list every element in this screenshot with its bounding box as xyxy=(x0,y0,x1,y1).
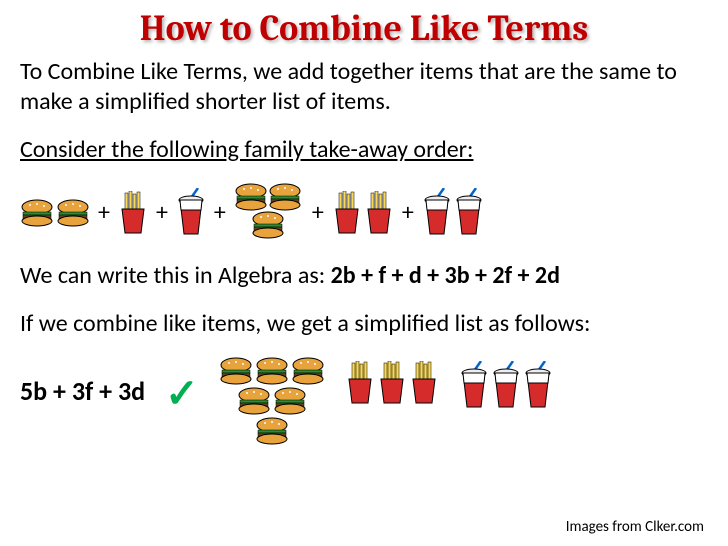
fries-icon xyxy=(118,191,148,235)
burger-icon xyxy=(255,417,289,445)
burger-icon xyxy=(20,199,54,227)
burger-icon xyxy=(56,199,90,227)
drink-icon xyxy=(459,361,489,411)
burger-icon xyxy=(234,183,268,211)
result-expression: 5b + 3f + 3d xyxy=(20,357,145,408)
fries-icon xyxy=(409,361,439,405)
burger-icon xyxy=(219,357,253,385)
drinks-stack-3 xyxy=(459,357,553,411)
drink-icon xyxy=(454,188,484,238)
burger-icon xyxy=(251,211,285,239)
burger-group-2 xyxy=(20,199,90,227)
burger-icon xyxy=(237,387,271,415)
burger-icon xyxy=(255,357,289,385)
plus-sign: + xyxy=(94,198,114,228)
burger-icon xyxy=(291,357,325,385)
drink-group-2 xyxy=(422,188,484,238)
algebra-line: We can write this in Algebra as: 2b + f … xyxy=(20,261,708,291)
algebra-expression: 2b + f + d + 3b + 2f + 2d xyxy=(331,261,560,290)
food-equation-row: + + + + + xyxy=(20,183,708,243)
image-credit: Images from Clker.com xyxy=(566,518,704,536)
drink-icon xyxy=(176,188,206,238)
drink-group-1 xyxy=(176,188,206,238)
slide-title: How to Combine Like Terms xyxy=(0,0,728,53)
consider-text: Consider the following family take-away … xyxy=(20,135,708,165)
fries-icon xyxy=(364,191,394,235)
burger-icon xyxy=(268,183,302,211)
checkmark-icon: ✓ xyxy=(165,357,199,419)
plus-sign: + xyxy=(152,198,172,228)
drink-icon xyxy=(491,361,521,411)
fries-icon xyxy=(345,361,375,405)
burger-stack-5 xyxy=(219,357,325,449)
intro-text: To Combine Like Terms, we add together i… xyxy=(20,57,708,117)
plus-sign: + xyxy=(308,198,328,228)
fries-group-1 xyxy=(118,191,148,235)
algebra-prefix: We can write this in Algebra as: xyxy=(20,261,331,290)
fries-stack-3 xyxy=(345,357,439,405)
plus-sign: + xyxy=(210,198,230,228)
fries-icon xyxy=(377,361,407,405)
slide-body: To Combine Like Terms, we add together i… xyxy=(0,53,728,453)
fries-icon xyxy=(332,191,362,235)
burger-icon xyxy=(273,387,307,415)
drink-icon xyxy=(523,361,553,411)
plus-sign: + xyxy=(398,198,418,228)
fries-group-2 xyxy=(332,191,394,235)
result-row: 5b + 3f + 3d ✓ xyxy=(20,357,708,449)
combine-text: If we combine like items, we get a simpl… xyxy=(20,309,708,339)
drink-icon xyxy=(422,188,452,238)
burger-group-3 xyxy=(234,183,304,243)
